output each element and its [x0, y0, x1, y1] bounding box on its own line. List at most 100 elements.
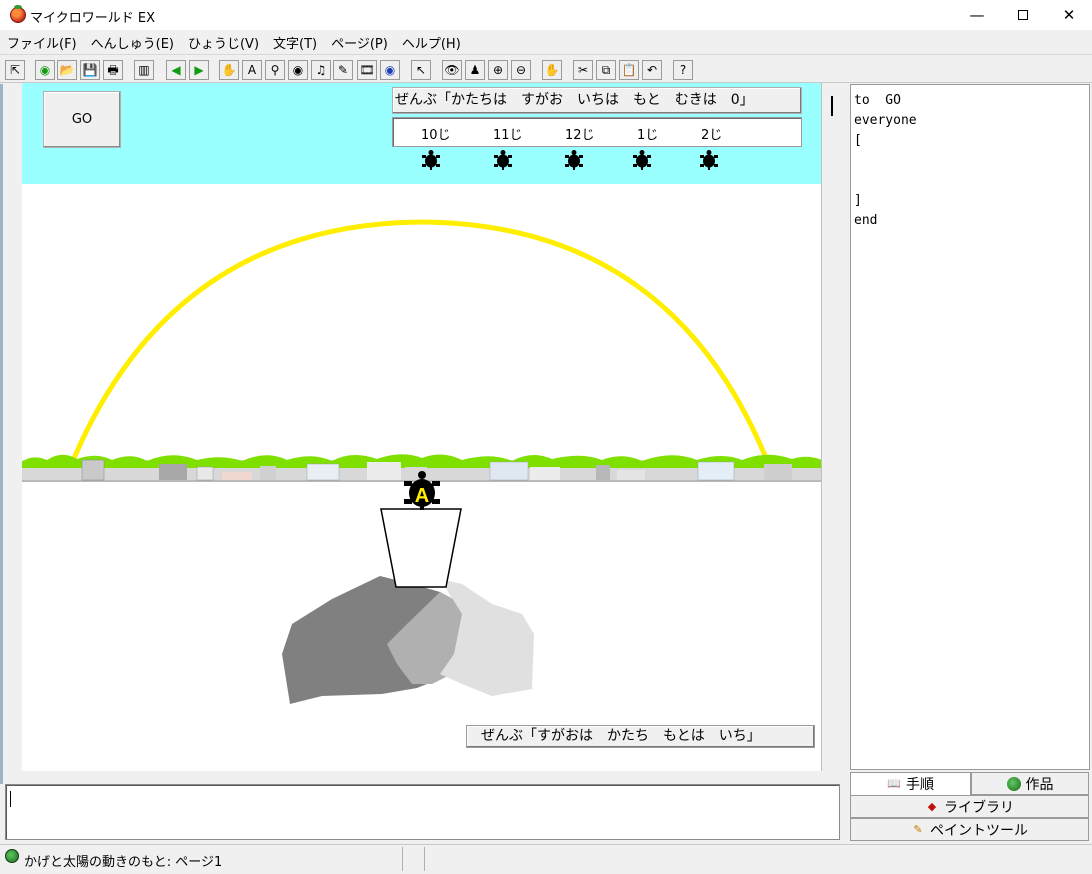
status-divider — [402, 847, 403, 871]
stop-hand-button[interactable]: ✋ — [542, 60, 562, 80]
music-note-button[interactable]: ♫ — [311, 60, 331, 80]
button-eye-button[interactable]: ◉ — [288, 60, 308, 80]
stamp-icon: ♟ — [469, 63, 481, 77]
minimize-icon: — — [969, 6, 985, 24]
top-command-button[interactable]: ぜんぶ「かたちは すがお いちは もと むきは 0」 — [392, 87, 802, 114]
pointer-arrow-icon: ⇱ — [9, 63, 21, 77]
left-window-edge — [0, 84, 3, 784]
select-arrow-button[interactable]: ↖ — [411, 60, 431, 80]
pen-icon: ✎ — [337, 63, 349, 77]
brush-icon: ✎ — [913, 822, 923, 836]
paste-icon: 📋 — [621, 63, 637, 77]
time-turtle-icon[interactable] — [631, 149, 653, 171]
help-button[interactable]: ? — [673, 60, 693, 80]
open-folder-button[interactable]: 📂 — [57, 60, 77, 80]
tab-paint-label: ペイントツール — [930, 822, 1028, 839]
close-icon: ✕ — [1062, 6, 1076, 24]
pointer-arrow-button[interactable]: ⇱ — [5, 60, 25, 80]
book-icon: 📖 — [887, 777, 901, 790]
zoom-in-icon: ⊕ — [492, 63, 504, 77]
save-disk-icon: 💾 — [82, 63, 98, 77]
globe-blue-button[interactable]: ◉ — [380, 60, 400, 80]
globe-blue-icon: ◉ — [384, 63, 396, 77]
tab-paint-tools[interactable]: ✎ ペイントツール — [850, 818, 1089, 841]
text-caret — [10, 791, 11, 807]
time-label-2: 2じ — [701, 128, 723, 143]
tab-works[interactable]: 作品 — [971, 772, 1089, 795]
code-line: everyone — [854, 113, 917, 128]
textbox-icon: A — [247, 63, 257, 77]
menu-text[interactable]: 文字(T) — [266, 33, 324, 52]
splitter-handle[interactable] — [831, 96, 833, 116]
menu-view[interactable]: ひょうじ(V) — [181, 33, 266, 52]
procedures-editor[interactable]: to GO everyone [ ] end — [850, 84, 1090, 770]
project-globe-icon — [5, 849, 19, 863]
globe-icon — [1006, 776, 1021, 791]
globe-button[interactable]: ◉ — [35, 60, 55, 80]
zoom-out-icon: ⊖ — [515, 63, 527, 77]
time-turtle-icon[interactable] — [492, 149, 514, 171]
film-button[interactable]: 🎞 — [357, 60, 377, 80]
maximize-button[interactable] — [1000, 0, 1046, 30]
paste-button[interactable]: 📋 — [619, 60, 639, 80]
time-turtle-icon[interactable] — [420, 149, 442, 171]
globe-icon: ◉ — [39, 63, 51, 77]
stage-page[interactable]: GO ぜんぶ「かたちは すがお いちは もと むきは 0」 10じ 11じ 12… — [22, 83, 822, 771]
save-disk-button[interactable]: 💾 — [80, 60, 100, 80]
next-page-icon: ▶ — [194, 63, 204, 77]
maximize-icon — [1018, 10, 1028, 20]
title-bar: マイクロワールド EX — ✕ — [0, 0, 1092, 30]
split-view-button[interactable]: ▥ — [134, 60, 154, 80]
minimize-button[interactable]: — — [954, 0, 1000, 30]
tab-procedures[interactable]: 📖 手順 — [850, 772, 971, 795]
menu-page[interactable]: ページ(P) — [324, 33, 395, 52]
panel-tabs: 📖 手順 作品 ◆ ライブラリ ✎ ペイントツール — [850, 770, 1090, 841]
code-line: [ — [854, 133, 862, 148]
toolbar: ⇱ ◉ 📂 💾 🖶 ▥ ◀ ▶ ✋ A ⚲ ◉ ♫ ✎ 🎞 ◉ ↖ 👁 ♟ ⊕ ⊖ ✋ ✂ ⧉ 📋 ↶? — [0, 57, 1092, 83]
bottom-command-button[interactable]: ぜんぶ「すがおは かたち もとは いち」 — [466, 725, 815, 748]
close-button[interactable]: ✕ — [1046, 0, 1092, 30]
select-arrow-icon: ↖ — [415, 63, 427, 77]
textbox-button[interactable]: A — [242, 60, 262, 80]
code-line: to GO — [854, 93, 901, 108]
code-line: ] — [854, 193, 862, 208]
tab-library[interactable]: ◆ ライブラリ — [850, 795, 1089, 818]
prev-page-button[interactable]: ◀ — [166, 60, 186, 80]
app-window: マイクロワールド EX — ✕ ファイル(F) へんしゅう(E) ひょうじ(V)… — [0, 0, 1092, 874]
menu-edit[interactable]: へんしゅう(E) — [84, 33, 181, 52]
print-button[interactable]: 🖶 — [103, 60, 123, 80]
go-button[interactable]: GO — [43, 91, 121, 148]
music-note-icon: ♫ — [315, 63, 327, 77]
next-page-button[interactable]: ▶ — [189, 60, 209, 80]
prev-page-icon: ◀ — [171, 63, 181, 77]
undo-button[interactable]: ↶ — [642, 60, 662, 80]
eye-button[interactable]: 👁 — [442, 60, 462, 80]
time-turtle-icon[interactable] — [563, 149, 585, 171]
print-icon: 🖶 — [107, 63, 119, 77]
pen-button[interactable]: ✎ — [333, 60, 353, 80]
time-turtle-icon[interactable] — [698, 149, 720, 171]
open-folder-icon: 📂 — [59, 63, 75, 77]
time-slider[interactable]: 10じ 11じ 12じ 1じ 2じ — [392, 117, 802, 147]
stamp-button[interactable]: ♟ — [465, 60, 485, 80]
shapes-icon: ◆ — [927, 799, 937, 813]
slider-button[interactable]: ⚲ — [265, 60, 285, 80]
copy-icon: ⧉ — [601, 63, 611, 77]
button-eye-icon: ◉ — [292, 63, 304, 77]
hatch-turtle-button[interactable]: ✋ — [219, 60, 239, 80]
stop-hand-icon: ✋ — [544, 63, 560, 77]
slider-icon: ⚲ — [270, 63, 280, 77]
copy-button[interactable]: ⧉ — [596, 60, 616, 80]
zoom-out-button[interactable]: ⊖ — [511, 60, 531, 80]
menu-file[interactable]: ファイル(F) — [0, 33, 84, 52]
zoom-in-button[interactable]: ⊕ — [488, 60, 508, 80]
scissors-button[interactable]: ✂ — [573, 60, 593, 80]
time-label-1: 1じ — [637, 128, 659, 143]
menu-help[interactable]: ヘルプ(H) — [395, 33, 468, 52]
time-label-12: 12じ — [565, 128, 595, 143]
cup-shape — [380, 508, 462, 588]
command-center-input[interactable] — [5, 784, 840, 840]
sun-path-arc — [69, 219, 771, 464]
